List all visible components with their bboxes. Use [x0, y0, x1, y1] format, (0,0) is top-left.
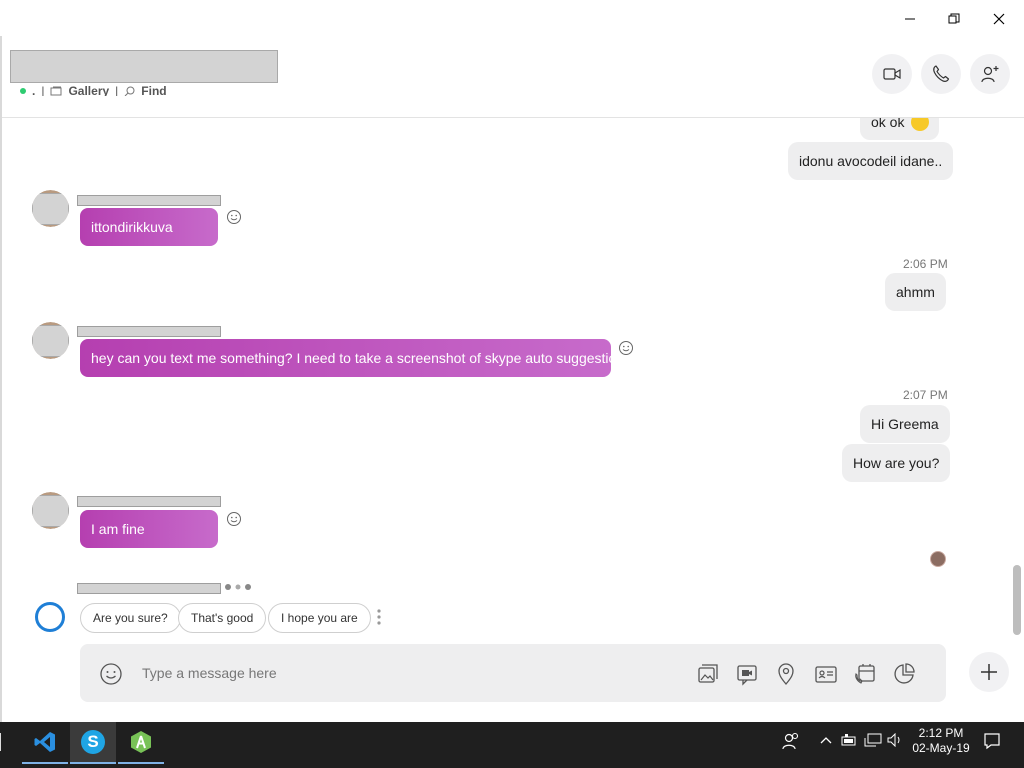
- avatar-redacted: [32, 495, 69, 527]
- reaction-icon[interactable]: [226, 511, 242, 527]
- restore-icon: [948, 13, 960, 24]
- typing-user-name-redacted: [77, 583, 221, 594]
- taskbar-android-studio[interactable]: [118, 722, 164, 764]
- taskbar-vscode[interactable]: [22, 722, 68, 764]
- outgoing-message[interactable]: How are you?: [842, 444, 951, 482]
- message-text: How are you?: [853, 455, 940, 471]
- add-content-button[interactable]: [969, 652, 1009, 692]
- vscode-icon: [34, 732, 55, 752]
- battery-icon[interactable]: [841, 734, 857, 746]
- scrollbar[interactable]: [1013, 565, 1021, 635]
- restore-button[interactable]: [941, 6, 967, 32]
- message-text: Hi Greema: [871, 416, 939, 432]
- network-icon[interactable]: [864, 733, 882, 747]
- avatar[interactable]: [32, 322, 69, 359]
- sender-name-redacted: [77, 496, 221, 507]
- message-text: I am fine: [91, 521, 145, 537]
- suggestion-chip[interactable]: That's good: [178, 603, 267, 633]
- timestamp: 2:07 PM: [903, 388, 948, 402]
- suggestion-chip[interactable]: Are you sure?: [80, 603, 181, 633]
- window-icon: [0, 733, 1, 751]
- taskbar: S 2:12 PM 02-May-19: [0, 722, 1024, 768]
- incoming-message[interactable]: ittondirikkuva: [80, 208, 218, 246]
- incoming-message[interactable]: I am fine: [80, 510, 218, 548]
- incoming-message[interactable]: hey can you text me something? I need to…: [80, 339, 631, 377]
- skype-icon: S: [81, 730, 105, 754]
- video-message-icon[interactable]: [735, 662, 759, 686]
- people-icon[interactable]: [782, 732, 800, 750]
- emoji-icon[interactable]: [99, 662, 123, 686]
- volume-icon[interactable]: [887, 733, 903, 747]
- reaction-icon[interactable]: [618, 340, 634, 356]
- window-border: [0, 36, 2, 722]
- message-text: hey can you text me something? I need to…: [91, 350, 632, 366]
- minimize-icon: [905, 18, 915, 20]
- add-people-button[interactable]: [970, 54, 1010, 94]
- image-icon[interactable]: [696, 662, 720, 686]
- contact-card-icon[interactable]: [814, 662, 838, 686]
- video-camera-icon: [883, 68, 901, 80]
- conversation-title-redacted[interactable]: [10, 50, 278, 83]
- sender-name-redacted: [77, 326, 221, 337]
- avatar[interactable]: [32, 190, 69, 227]
- search-icon: [124, 86, 135, 96]
- add-person-icon: [981, 66, 999, 83]
- close-icon: [993, 13, 1005, 25]
- sender-name-redacted: [77, 195, 221, 206]
- video-call-button[interactable]: [872, 54, 912, 94]
- plus-icon: [981, 664, 997, 680]
- message-text: ittondirikkuva: [91, 219, 173, 235]
- more-options-icon[interactable]: [376, 608, 382, 626]
- scroll-mask: [2, 96, 1012, 118]
- taskbar-app-partial[interactable]: [0, 722, 8, 762]
- close-button[interactable]: [986, 6, 1012, 32]
- online-status-icon: [20, 88, 26, 94]
- cortana-icon[interactable]: [35, 602, 65, 632]
- avatar-redacted: [32, 325, 69, 357]
- compose-bar: Type a message here: [80, 644, 946, 702]
- reaction-icon[interactable]: [226, 209, 242, 225]
- suggestion-chip[interactable]: I hope you are: [268, 603, 371, 633]
- clock[interactable]: 2:12 PM 02-May-19: [912, 726, 970, 756]
- minimize-button[interactable]: [897, 6, 923, 32]
- message-input[interactable]: Type a message here: [142, 644, 277, 702]
- phone-icon: [933, 65, 950, 82]
- android-studio-icon: [131, 731, 151, 753]
- taskbar-skype[interactable]: S: [70, 722, 116, 764]
- chevron-up-icon[interactable]: [820, 736, 832, 744]
- outgoing-message[interactable]: ahmm: [885, 273, 946, 311]
- outgoing-message[interactable]: Hi Greema: [860, 405, 950, 443]
- clock-time: 2:12 PM: [918, 726, 964, 740]
- message-text: ahmm: [896, 284, 935, 300]
- audio-call-button[interactable]: [921, 54, 961, 94]
- schedule-call-icon[interactable]: [853, 662, 877, 686]
- action-center-icon[interactable]: [983, 732, 1001, 750]
- poll-icon[interactable]: [892, 662, 916, 686]
- timestamp: 2:06 PM: [903, 257, 948, 271]
- avatar-redacted: [32, 193, 69, 225]
- location-icon[interactable]: [774, 662, 798, 686]
- avatar[interactable]: [32, 492, 69, 529]
- header-divider: [2, 117, 1024, 118]
- gallery-icon: [50, 86, 62, 96]
- outgoing-message[interactable]: idonu avocodeil idane..: [788, 142, 954, 180]
- typing-indicator-icon: [225, 584, 251, 590]
- read-receipt-avatar: [930, 551, 946, 567]
- message-text: idonu avocodeil idane..: [799, 153, 943, 169]
- clock-date: 02-May-19: [912, 741, 970, 755]
